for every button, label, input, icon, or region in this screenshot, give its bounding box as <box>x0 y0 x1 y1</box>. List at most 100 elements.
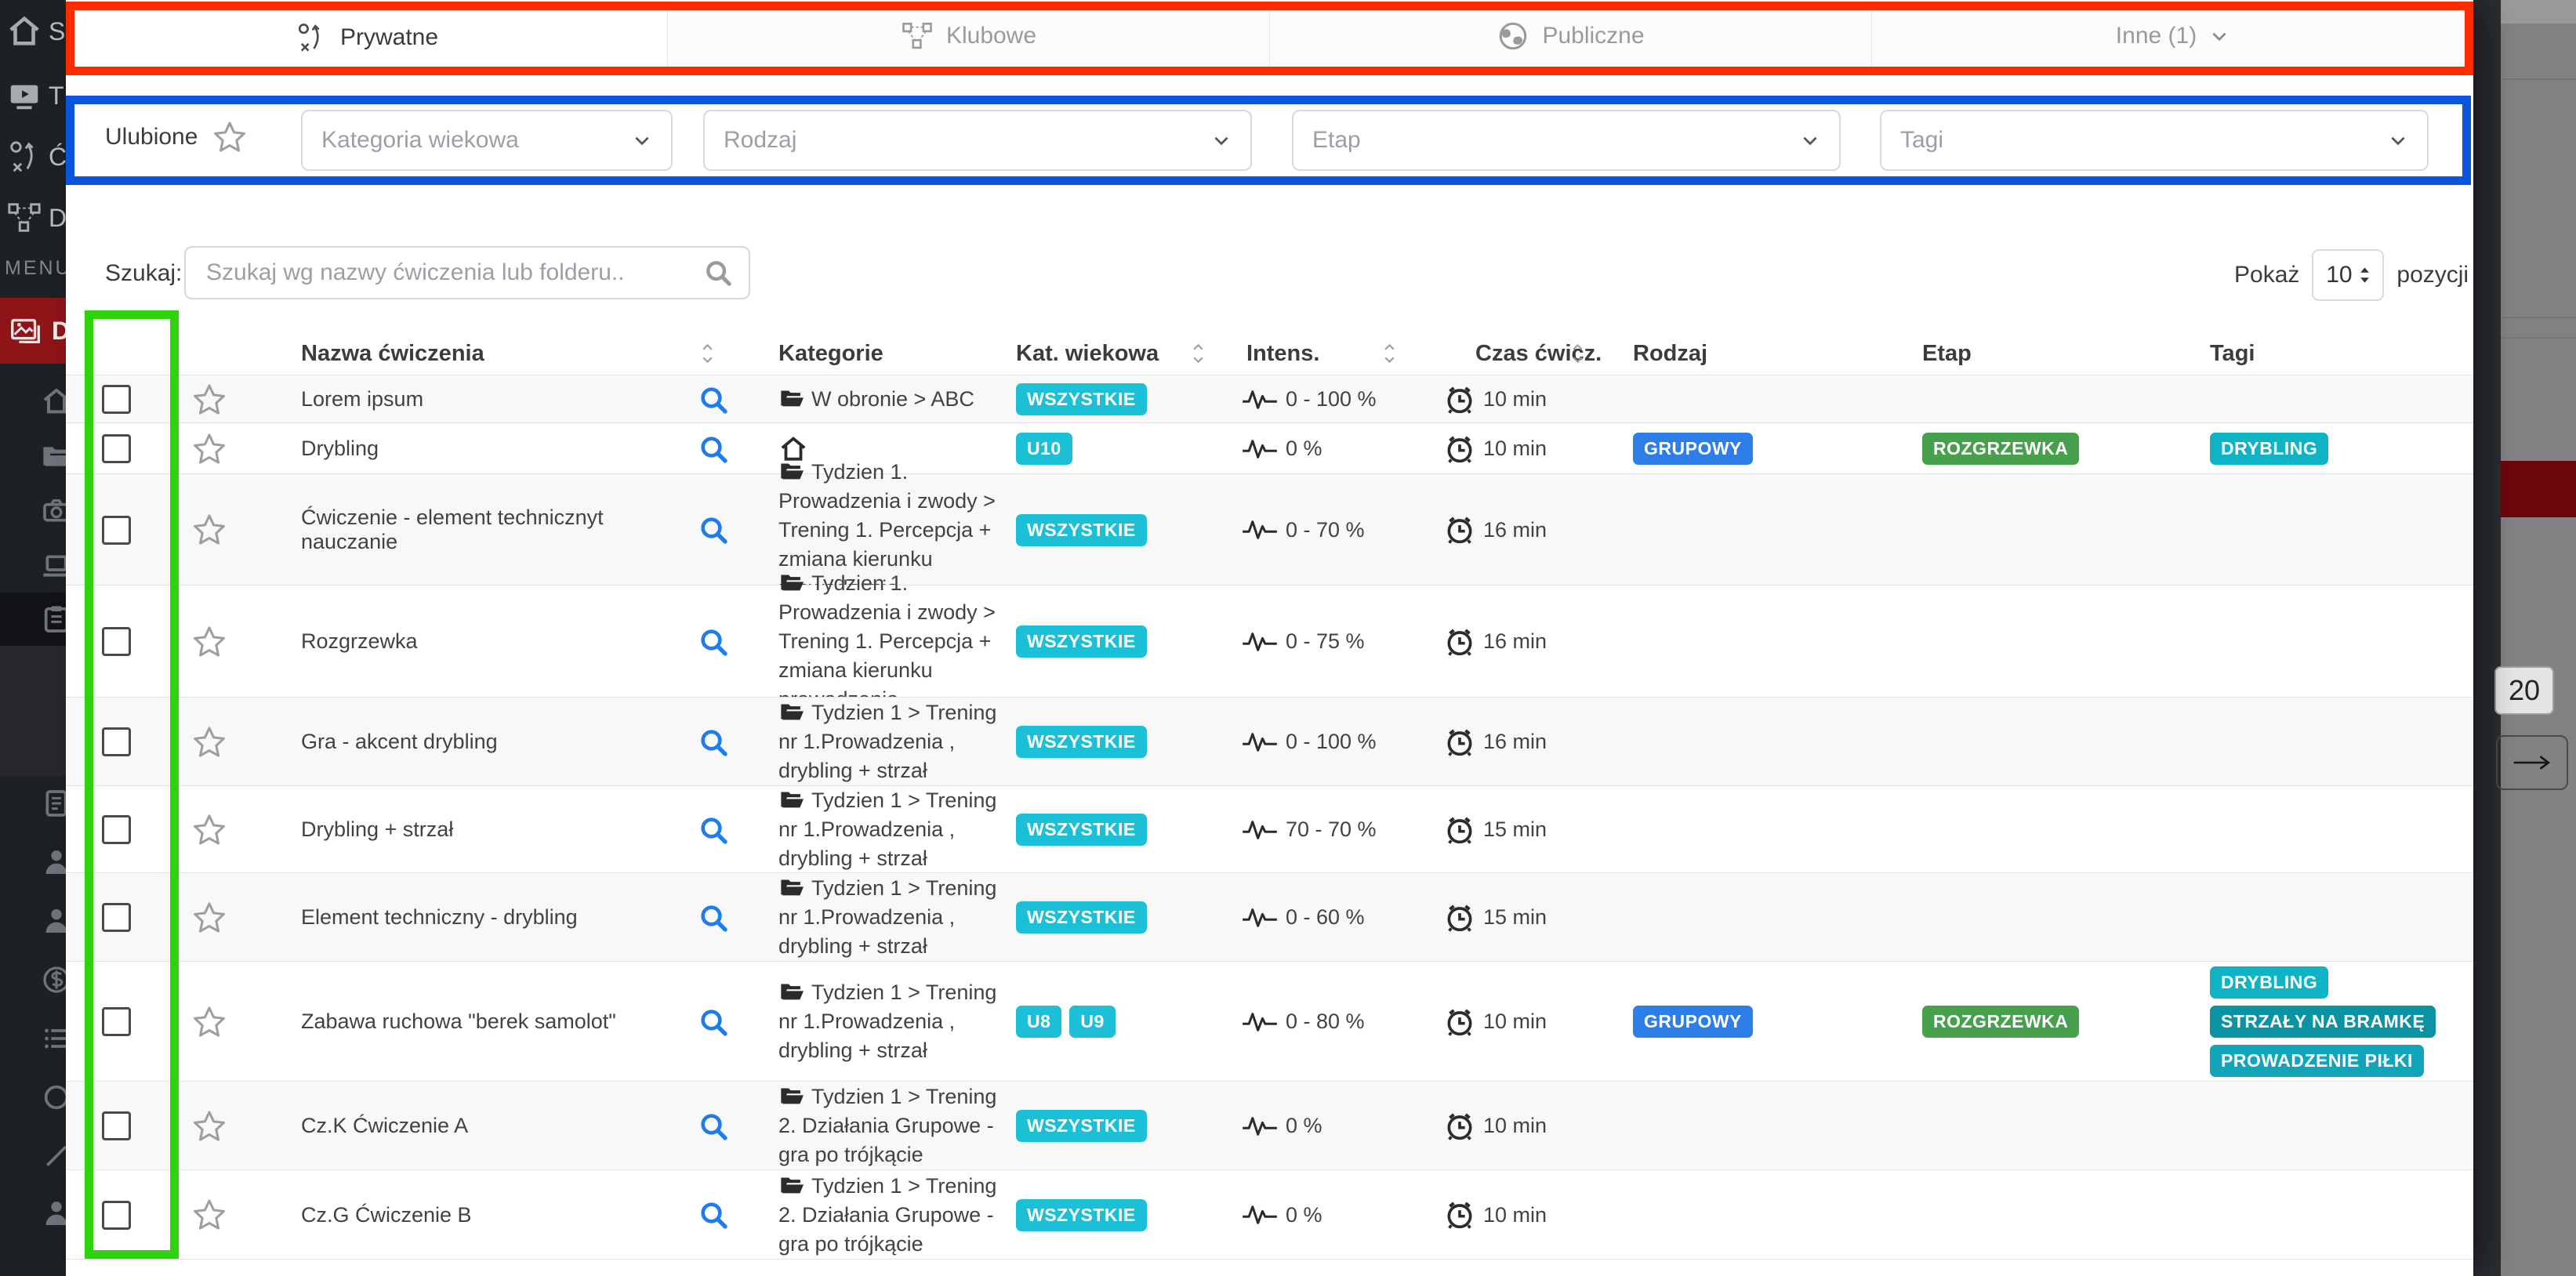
star-icon[interactable] <box>191 812 227 848</box>
duration-value: 10 min <box>1483 1010 1547 1034</box>
search-label: Szukaj: <box>105 260 182 287</box>
row-checkbox[interactable] <box>102 385 131 414</box>
star-icon[interactable] <box>212 119 248 155</box>
preview-magnifier-icon[interactable] <box>698 814 729 846</box>
table-row[interactable]: Drybling + strzał Tydzien 1 > Trening nr… <box>66 785 2473 873</box>
table-row[interactable]: Lorem ipsum W obronie > ABC WSZYSTKIE 0 … <box>66 375 2473 423</box>
age-badge: WSZYSTKIE <box>1016 1199 1147 1231</box>
sidebar-item-label: D <box>49 204 67 233</box>
intensity-value: 0 - 100 % <box>1286 387 1377 411</box>
col-header-intensity[interactable]: Intens. <box>1246 332 1319 375</box>
chevron-down-icon <box>1800 130 1820 150</box>
image-icon <box>8 313 44 349</box>
search-field-wrap <box>184 246 750 299</box>
preview-magnifier-icon[interactable] <box>698 384 729 415</box>
main-panel: Prywatne Klubowe Publiczne Inne (1) Ulub… <box>66 0 2473 1276</box>
col-header-type[interactable]: Rodzaj <box>1633 332 1707 375</box>
tab-prywatne[interactable]: Prywatne <box>66 5 668 71</box>
preview-magnifier-icon[interactable] <box>698 1111 729 1142</box>
tab-label: Prywatne <box>340 24 438 51</box>
dropdown-kategoria-wiekowa[interactable]: Kategoria wiekowa <box>301 110 673 171</box>
star-icon[interactable] <box>191 900 227 936</box>
chevron-down-icon <box>2209 26 2230 46</box>
dimmed-background-panel: 20 <box>2501 0 2576 1276</box>
exercise-name: Element techniczny - drybling <box>301 873 669 962</box>
sidebar-item-start[interactable]: S <box>0 3 75 60</box>
star-icon[interactable] <box>191 724 227 760</box>
row-checkbox[interactable] <box>102 1201 131 1230</box>
star-icon[interactable] <box>191 1108 227 1144</box>
row-checkbox[interactable] <box>102 727 131 756</box>
table-row[interactable]: Ćwiczenie - element technicznyt nauczani… <box>66 473 2473 585</box>
tab-publiczne[interactable]: Publiczne <box>1270 5 1872 71</box>
exercise-name: Drybling <box>301 423 669 474</box>
intensity-value: 0 - 80 % <box>1286 1010 1365 1034</box>
col-header-name[interactable]: Nazwa ćwiczenia <box>301 332 484 375</box>
alarm-clock-icon <box>1444 626 1475 658</box>
table-row[interactable]: Zabawa ruchowa "berek samolot" Tydzien 1… <box>66 961 2473 1082</box>
favorites-label: Ulubione <box>105 124 198 150</box>
tab-klubowe[interactable]: Klubowe <box>668 5 1270 71</box>
table-row[interactable]: Cz.K Ćwiczenie A Tydzien 1 > Trening 2. … <box>66 1081 2473 1170</box>
search-icon <box>703 258 733 288</box>
category-path: Tydzien 1 > Trening 2. Działania Grupowe… <box>778 1085 996 1166</box>
duration-value: 10 min <box>1483 437 1547 461</box>
row-checkbox[interactable] <box>102 903 131 932</box>
dropdown-tagi[interactable]: Tagi <box>1880 110 2429 171</box>
col-header-categories[interactable]: Kategorie <box>778 332 883 375</box>
category-path: Tydzien 1. Prowadzenia i zwody > Trening… <box>778 571 996 711</box>
table-row[interactable]: Element techniczny - drybling Tydzien 1 … <box>66 872 2473 962</box>
star-icon[interactable] <box>191 512 227 548</box>
col-header-age[interactable]: Kat. wiekowa <box>1016 332 1159 375</box>
col-header-tags[interactable]: Tagi <box>2210 332 2255 375</box>
favorites-toggle[interactable]: Ulubione <box>105 119 248 155</box>
sidebar-item-trainings[interactable]: T <box>0 67 75 124</box>
preview-magnifier-icon[interactable] <box>698 514 729 546</box>
preview-magnifier-icon[interactable] <box>698 727 729 758</box>
intensity-pulse-icon <box>1242 819 1278 841</box>
table-row[interactable]: Cz.G Ćwiczenie B Tydzien 1 > Trening 2. … <box>66 1169 2473 1260</box>
sort-icon[interactable] <box>1192 343 1205 364</box>
search-input[interactable] <box>184 246 750 299</box>
dropdown-etap[interactable]: Etap <box>1292 110 1841 171</box>
preview-magnifier-icon[interactable] <box>698 626 729 658</box>
intensity-value: 0 - 75 % <box>1286 629 1365 654</box>
background-value: 20 <box>2509 674 2540 707</box>
row-checkbox[interactable] <box>102 627 131 656</box>
tab-inne[interactable]: Inne (1) <box>1872 5 2473 71</box>
chevron-down-icon <box>1211 130 1232 150</box>
page-size-select[interactable]: 10 <box>2312 249 2384 301</box>
exercise-name: Zabawa ruchowa "berek samolot" <box>301 962 669 1082</box>
col-header-stage[interactable]: Etap <box>1922 332 1972 375</box>
star-icon[interactable] <box>191 431 227 467</box>
duration-value: 15 min <box>1483 905 1547 930</box>
preview-magnifier-icon[interactable] <box>698 1199 729 1231</box>
preview-magnifier-icon[interactable] <box>698 1006 729 1038</box>
star-icon[interactable] <box>191 382 227 418</box>
sort-icon[interactable] <box>701 343 714 364</box>
row-checkbox[interactable] <box>102 1111 131 1140</box>
preview-magnifier-icon[interactable] <box>698 433 729 465</box>
table-row[interactable]: Rozgrzewka Tydzien 1. Prowadzenia i zwod… <box>66 585 2473 698</box>
exercise-name: Drybling + strzał <box>301 786 669 873</box>
row-checkbox[interactable] <box>102 516 131 545</box>
star-icon[interactable] <box>191 1197 227 1233</box>
sort-icon[interactable] <box>1383 343 1396 364</box>
dropdown-rodzaj[interactable]: Rodzaj <box>703 110 1252 171</box>
preview-magnifier-icon[interactable] <box>698 902 729 933</box>
sidebar-section-gap <box>0 646 75 776</box>
sidebar-item-exercises[interactable]: Ć <box>0 129 75 185</box>
table-row[interactable]: Drybling U10 0 % 10 min GRUPOWY ROZGRZEW… <box>66 422 2473 474</box>
sort-icon[interactable] <box>1571 343 1584 364</box>
folder-open-icon <box>778 875 805 899</box>
sidebar-item-drills[interactable]: D <box>0 190 75 246</box>
dropdown-placeholder: Kategoria wiekowa <box>321 127 519 154</box>
row-checkbox[interactable] <box>102 1007 131 1036</box>
star-icon[interactable] <box>191 1004 227 1040</box>
table-row[interactable]: Gra - akcent drybling Tydzien 1 > Trenin… <box>66 697 2473 786</box>
star-icon[interactable] <box>191 624 227 660</box>
row-checkbox[interactable] <box>102 815 131 844</box>
tag-badge: PROWADZENIE PIŁKI <box>2210 1045 2424 1077</box>
sidebar-item-active[interactable]: D <box>0 298 75 364</box>
row-checkbox[interactable] <box>102 434 131 463</box>
